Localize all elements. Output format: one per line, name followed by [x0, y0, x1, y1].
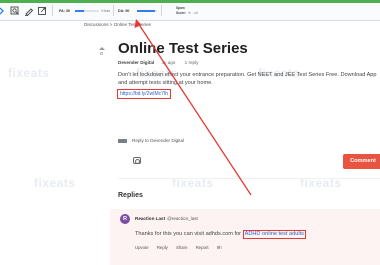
domain-authority-label: DA: 90 — [118, 9, 130, 13]
vote-widget[interactable]: 0 — [96, 47, 107, 56]
domain-authority-fill — [137, 10, 155, 12]
page-authority-bar — [75, 10, 99, 12]
reply-author: Reaction Last @reaction_last — [135, 216, 198, 221]
reply-to-label: Reply to Devender Digital — [132, 138, 185, 143]
reply-time: 9h — [216, 245, 222, 250]
reply-link[interactable]: ADHD online test adults — [242, 230, 306, 239]
report-button[interactable]: Report — [196, 245, 209, 250]
vote-count: 0 — [100, 51, 103, 56]
post-title: Online Test Series — [118, 40, 248, 57]
camera-icon[interactable] — [133, 157, 141, 164]
post-time: 4y ago — [161, 60, 176, 65]
reply-author-handle: @reaction_last — [167, 216, 198, 221]
watermark: fixeats — [8, 66, 50, 80]
post-link[interactable]: https://bit.ly/2wIMc7Ih — [117, 89, 172, 99]
reply-button[interactable]: Reply — [157, 245, 168, 250]
toolbar-divider — [113, 5, 114, 16]
divider — [118, 178, 380, 179]
page-authority-label: PA: 39 — [59, 9, 70, 13]
spam-score-value: % - .ull — [188, 11, 198, 15]
highlight-icon[interactable] — [24, 6, 34, 16]
reply-actions: Upvote Reply Share Report 9h — [135, 245, 229, 250]
reply-text-body: Thanks for this you can visit adhds.com … — [135, 231, 242, 237]
watermark: fixeats — [34, 176, 76, 190]
reply-text: Thanks for this you can visit adhds.com … — [135, 230, 306, 239]
share-button[interactable]: Share — [176, 245, 187, 250]
spam-score-label: Score: — [176, 11, 186, 15]
expand-icon[interactable] — [0, 6, 7, 16]
export-icon[interactable] — [37, 6, 47, 16]
domain-authority-bar — [137, 10, 157, 12]
avatar — [118, 138, 127, 143]
links-count: 0 links — [101, 9, 111, 13]
comment-button[interactable]: Comment — [343, 154, 380, 169]
toolbar-top-strip — [0, 0, 380, 3]
reply-avatar[interactable]: R — [120, 214, 130, 224]
reply-author-name[interactable]: Reaction Last — [135, 216, 165, 221]
toolbar-divider — [52, 5, 53, 16]
post-reply-count[interactable]: 1 reply — [185, 60, 199, 65]
replies-heading: Replies — [118, 192, 143, 199]
post-meta: Devender Digital 4y ago 1 reply — [118, 60, 198, 65]
toolbar-divider — [161, 5, 162, 16]
upvote-button[interactable]: Upvote — [135, 245, 149, 250]
page-analysis-icon[interactable] — [10, 6, 20, 16]
page-authority-fill — [75, 10, 85, 12]
spam-label: Spam — [176, 6, 185, 10]
reply-box-header[interactable]: Reply to Devender Digital — [118, 138, 184, 143]
breadcrumb[interactable]: Discussions > Online Test Series — [84, 22, 151, 27]
post-body: Don't let lockdown effect your entrance … — [118, 72, 377, 86]
post-author[interactable]: Devender Digital — [118, 60, 154, 65]
seo-toolbar: PA: 39 0 links DA: 90 Spam Score: % - .u… — [0, 0, 380, 21]
upvote-arrow-icon[interactable] — [98, 47, 105, 50]
